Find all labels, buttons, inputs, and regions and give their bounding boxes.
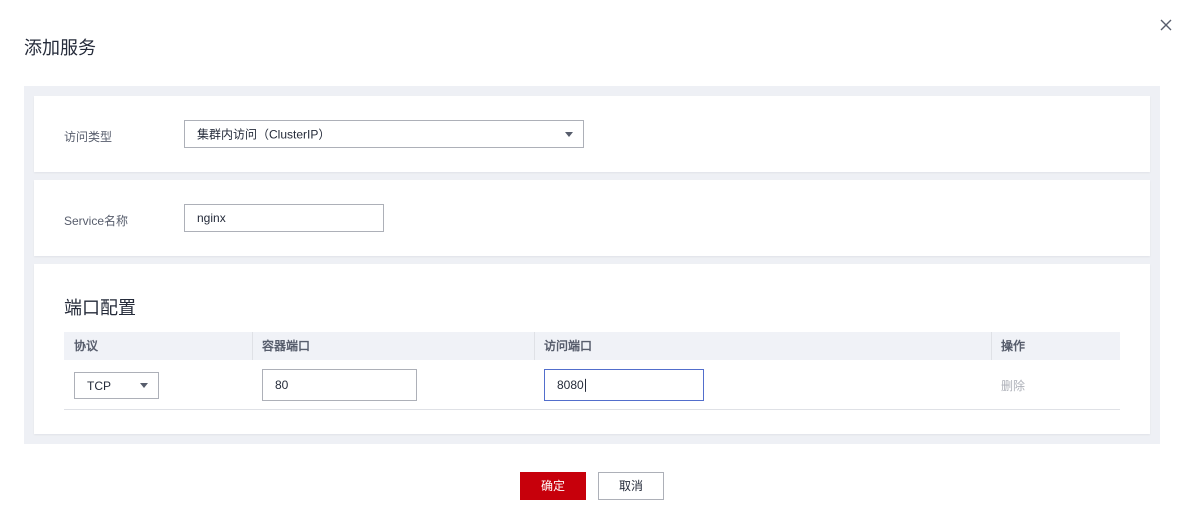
access-type-label: 访问类型: [64, 130, 113, 144]
text-cursor: [584, 379, 586, 393]
confirm-button[interactable]: 确定: [520, 472, 586, 500]
service-name-value: nginx: [197, 211, 226, 225]
service-name-input[interactable]: nginx: [184, 204, 384, 232]
cancel-button[interactable]: 取消: [598, 472, 664, 500]
service-name-label: Service名称: [64, 214, 129, 228]
column-divider: [252, 332, 253, 360]
container-port-input[interactable]: 80: [262, 369, 417, 401]
port-table-header: 协议 容器端口 访问端口 操作: [64, 332, 1120, 360]
column-header-container-port: 容器端口: [262, 339, 311, 353]
access-type-card: 访问类型 集群内访问（ClusterIP）: [34, 96, 1150, 172]
access-port-input[interactable]: 8080: [544, 369, 704, 401]
delete-row-link[interactable]: 删除: [1001, 377, 1025, 394]
access-port-field: 8080: [557, 377, 586, 393]
access-type-select[interactable]: 集群内访问（ClusterIP）: [184, 120, 584, 148]
table-row: TCP 80 8080 删除: [64, 360, 1120, 410]
service-name-card: Service名称 nginx: [34, 180, 1150, 256]
protocol-select[interactable]: TCP: [74, 372, 159, 399]
port-config-title: 端口配置: [64, 298, 136, 318]
protocol-value: TCP: [87, 378, 111, 393]
dialog-body: 访问类型 集群内访问（ClusterIP） Service名称 nginx 端口…: [24, 86, 1160, 444]
access-type-value: 集群内访问（ClusterIP）: [197, 127, 331, 142]
column-header-protocol: 协议: [74, 339, 99, 353]
dialog-title: 添加服务: [24, 38, 96, 58]
column-divider: [534, 332, 535, 360]
column-divider: [991, 332, 992, 360]
access-port-value: 8080: [557, 377, 584, 392]
caret-down-icon: [140, 383, 148, 388]
column-header-access-port: 访问端口: [544, 339, 593, 353]
column-header-action: 操作: [1001, 339, 1026, 353]
caret-down-icon: [565, 132, 573, 137]
port-config-card: 端口配置 协议 容器端口 访问端口 操作 TCP 80 8080 删除: [34, 264, 1150, 434]
close-icon[interactable]: [1157, 16, 1175, 34]
container-port-value: 80: [275, 378, 289, 392]
